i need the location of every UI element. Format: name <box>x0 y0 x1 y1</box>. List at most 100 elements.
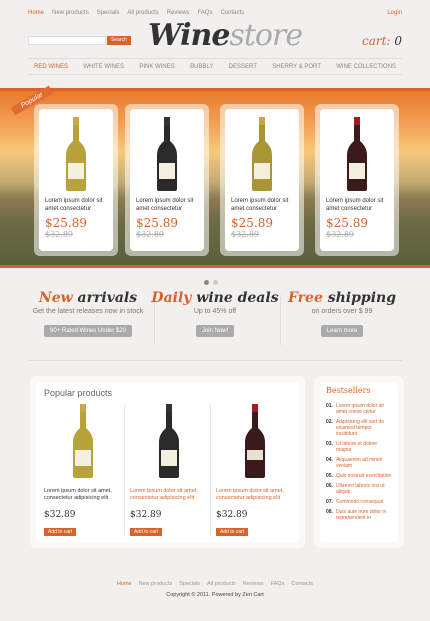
bestseller-item[interactable]: 01. Lorem ipsum dolor sit amet conse ctet… <box>326 403 392 415</box>
slider-card[interactable]: Lorem ipsum dolor sit amet consectetur $… <box>125 104 209 256</box>
footer-nav-reviews[interactable]: Reviews <box>243 581 264 587</box>
wine-bottle-image[interactable] <box>130 402 208 478</box>
slider-card[interactable]: Lorem ipsum dolor sit amet consectetur $… <box>34 104 118 256</box>
wine-bottle-image[interactable] <box>45 113 107 191</box>
cart-link[interactable]: cart: 0 <box>362 34 402 48</box>
slider-card[interactable]: Lorem ipsum dolor sit amet consectetur $… <box>220 104 304 256</box>
bestseller-item[interactable]: 08. Duis aute irure dolor in reprehenderi… <box>326 509 392 521</box>
popular-products-title: Popular products <box>44 388 113 398</box>
category-nav: RED WINES WHITE WINES PINK WINES BUBBLY … <box>28 58 402 75</box>
wine-bottle-image[interactable] <box>231 113 293 191</box>
top-nav-contacts[interactable]: Contacts <box>220 10 244 16</box>
bestseller-item[interactable]: 05. Quis nostrud exercitation <box>326 473 392 479</box>
wine-bottle-image[interactable] <box>44 402 122 478</box>
category-pink-wines[interactable]: PINK WINES <box>139 64 174 70</box>
product-item: Lorem ipsum dolor sit amet, consectetur … <box>130 402 208 538</box>
top-nav-new-products[interactable]: New products <box>52 10 89 16</box>
wine-bottle-image[interactable] <box>136 113 198 191</box>
copyright: Copyright © 2011. Powered by Zen Cart <box>166 592 264 598</box>
search-input[interactable] <box>28 36 106 45</box>
product-item: Lorem ipsum dolor sit amet, consectetur … <box>44 402 122 538</box>
divider <box>28 360 402 361</box>
search-button[interactable]: Search <box>107 36 131 45</box>
wine-bottle-image[interactable] <box>326 113 388 191</box>
bestsellers-title: Bestsellers <box>326 386 371 395</box>
slider-card-price: $25.89 <box>231 216 273 230</box>
divider <box>210 404 211 534</box>
product-item: Lorem ipsum dolor sit amet, consectetur … <box>216 402 294 538</box>
footer-nav-contacts[interactable]: Contacts <box>291 581 313 587</box>
slider-dot[interactable] <box>204 280 209 285</box>
slider-card[interactable]: Lorem ipsum dolor sit amet consectetur $… <box>315 104 399 256</box>
bestseller-item[interactable]: 07. Commodo consequat <box>326 499 392 505</box>
slider-card-old-price: $32.89 <box>231 230 259 239</box>
category-wine-collections[interactable]: WINE COLLECTIONS <box>336 64 396 70</box>
promo-new-arrivals: New arrivals Get the latest releases now… <box>23 290 153 337</box>
slider-card-description: Lorem ipsum dolor sit amet consectetur <box>231 198 289 212</box>
footer-nav-new-products[interactable]: New products <box>139 581 173 587</box>
top-nav-specials[interactable]: Specials <box>97 10 120 16</box>
bestsellers-list: 01. Lorem ipsum dolor sit amet conse ctet… <box>326 403 392 521</box>
category-dessert[interactable]: DESSERT <box>229 64 257 70</box>
slider-card-old-price: $32.89 <box>326 230 354 239</box>
slider-card-price: $25.89 <box>45 216 87 230</box>
add-to-cart-button[interactable]: Add to cart <box>130 528 163 536</box>
slider-card-description: Lorem ipsum dolor sit amet consectetur <box>326 198 384 212</box>
add-to-cart-button[interactable]: Add to cart <box>216 528 249 536</box>
category-bubbly[interactable]: BUBBLY <box>190 64 213 70</box>
product-description: Lorem ipsum dolor sit amet, consectetur … <box>130 488 198 501</box>
promo-daily-deals: Daily wine deals Up to 45% off Join Now! <box>150 290 280 337</box>
promo-subtitle: Up to 45% off <box>193 308 237 315</box>
footer-nav-home[interactable]: Home <box>117 581 132 587</box>
category-white-wines[interactable]: WHITE WINES <box>83 64 124 70</box>
bestsellers-panel: Bestsellers 01. Lorem ipsum dolor sit ame… <box>314 376 404 548</box>
add-to-cart-button[interactable]: Add to cart <box>44 528 77 536</box>
slider-card-description: Lorem ipsum dolor sit amet consectetur <box>136 198 194 212</box>
slider-card-price: $25.89 <box>326 216 368 230</box>
promo-subtitle: Get the latest releases now in stock <box>32 308 144 315</box>
product-description: Lorem ipsum dolor sit amet, consectetur … <box>216 488 284 501</box>
category-red-wines[interactable]: RED WINES <box>34 64 68 70</box>
footer-nav-all-products[interactable]: All products <box>207 581 236 587</box>
login-link[interactable]: Login <box>387 10 402 16</box>
product-description: Lorem ipsum dolor sit amet, consectetur … <box>44 488 112 501</box>
slider-dot[interactable] <box>213 280 218 285</box>
promo-button[interactable]: Learn more <box>320 325 364 337</box>
bestseller-item[interactable]: 06. Ullamco laboris nisi ut aliquip <box>326 483 392 495</box>
category-sherry-port[interactable]: SHERRY & PORT <box>272 64 321 70</box>
slider-card-old-price: $32.89 <box>45 230 73 239</box>
promo-title: New arrivals <box>38 290 138 306</box>
slider-pagination <box>204 280 218 285</box>
slider-card-price: $25.89 <box>136 216 178 230</box>
promo-title: Free shipping <box>287 290 396 306</box>
footer-nav: Home New products Specials All products … <box>0 581 430 587</box>
slider-card-old-price: $32.89 <box>136 230 164 239</box>
footer-nav-specials[interactable]: Specials <box>179 581 200 587</box>
product-price: $32.89 <box>216 510 248 520</box>
bestseller-item[interactable]: 04. Aliquaenim ad minim veniam <box>326 457 392 469</box>
logo-part-store: store <box>229 18 303 53</box>
bestseller-item[interactable]: 02. Adipisicing elit sed do eiusmod tempo… <box>326 419 392 437</box>
footer-nav-faqs[interactable]: FAQs <box>271 581 285 587</box>
popular-products-panel: Popular products Lorem ipsum dolor sit a… <box>30 376 305 548</box>
cart-label: cart: <box>362 34 391 48</box>
top-nav-faqs[interactable]: FAQs <box>197 10 212 16</box>
cart-count: 0 <box>394 34 402 48</box>
top-nav-home[interactable]: Home <box>28 10 44 16</box>
bestseller-item[interactable]: 03. Ut labore et dolore magna <box>326 441 392 453</box>
promo-title: Daily wine deals <box>151 290 279 306</box>
promo-free-shipping: Free shipping on orders over $ 99 Learn … <box>277 290 407 337</box>
slider-card-description: Lorem ipsum dolor sit amet consectetur <box>45 198 103 212</box>
wine-bottle-image[interactable] <box>216 402 294 478</box>
promo-subtitle: on orders over $ 99 <box>311 308 373 315</box>
top-nav-all-products[interactable]: All products <box>127 10 158 16</box>
site-logo[interactable]: Winestore <box>148 18 303 53</box>
search-form: Search <box>28 36 131 45</box>
top-nav-reviews[interactable]: Reviews <box>167 10 190 16</box>
promo-button[interactable]: 90+ Rated Wines Under $20 <box>44 325 132 337</box>
product-price: $32.89 <box>130 510 162 520</box>
product-price: $32.89 <box>44 510 76 520</box>
logo-part-wine: Wine <box>148 18 230 53</box>
top-nav: Home New products Specials All products … <box>28 10 244 16</box>
promo-button[interactable]: Join Now! <box>195 325 235 337</box>
